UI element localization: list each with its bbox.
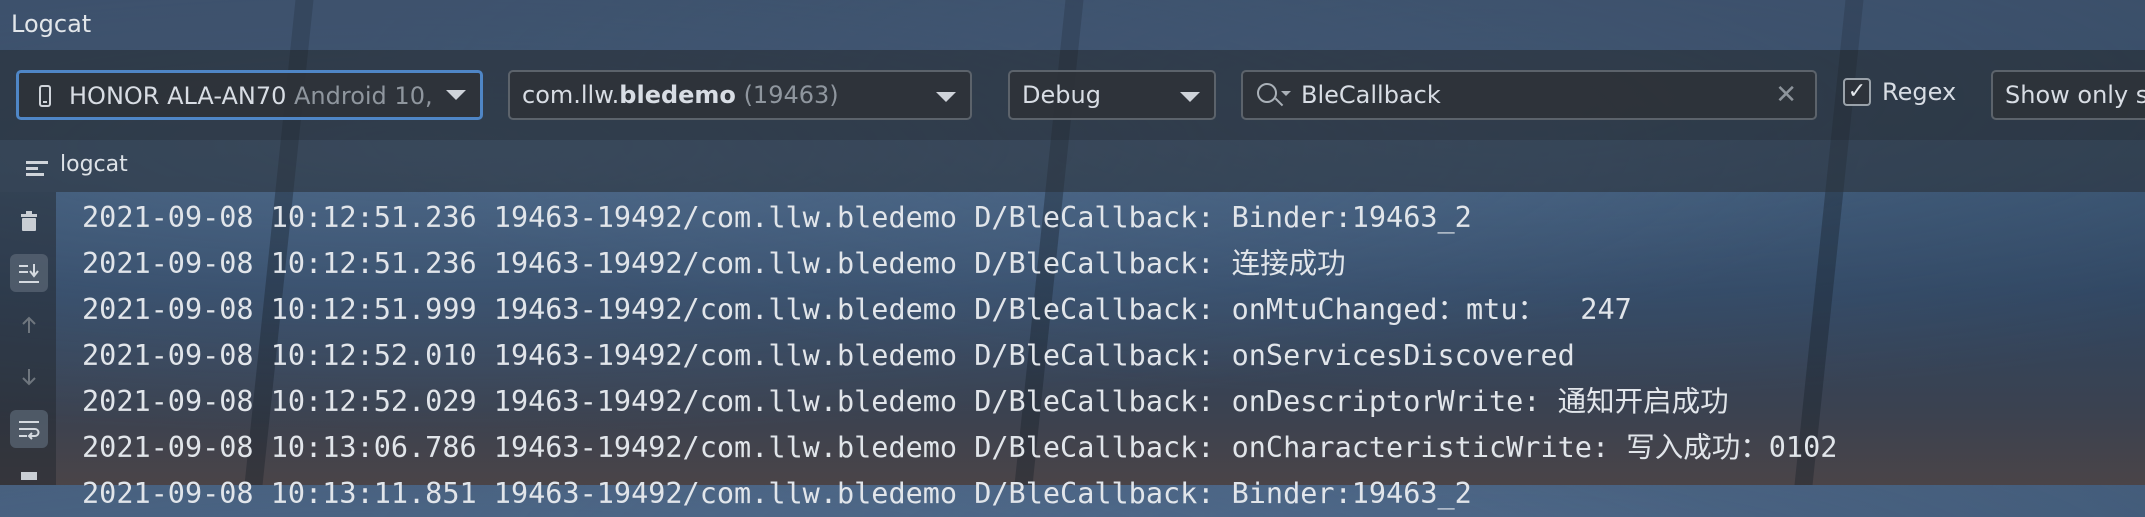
- soft-wrap-icon: [19, 421, 40, 440]
- filter-selector[interactable]: Show only se: [1991, 70, 2145, 120]
- log-line: 2021-09-08 10:12:51.236 19463-19492/com.…: [82, 247, 1346, 280]
- device-name: HONOR ALA-AN70: [69, 82, 287, 110]
- search-icon: [1257, 83, 1277, 103]
- process-package-prefix: com.llw.: [522, 81, 620, 109]
- device-selector[interactable]: HONOR ALA-AN70 Android 10,: [16, 70, 483, 120]
- down-arrow-icon: [22, 369, 36, 386]
- log-line: 2021-09-08 10:12:51.999 19463-19492/com.…: [82, 293, 1632, 326]
- regex-label[interactable]: Regex: [1882, 78, 1956, 106]
- scroll-up-button[interactable]: [10, 306, 48, 344]
- clear-icon[interactable]: ✕: [1775, 72, 1797, 118]
- soft-wrap-button[interactable]: [10, 410, 48, 448]
- log-line: 2021-09-08 10:12:51.236 19463-19492/com.…: [82, 201, 1472, 234]
- logcat-output[interactable]: 2021-09-08 10:12:51.236 19463-19492/com.…: [82, 195, 1837, 517]
- chevron-down-icon: [936, 92, 956, 102]
- log-line: 2021-09-08 10:12:52.010 19463-19492/com.…: [82, 339, 1575, 372]
- print-icon: [21, 472, 37, 480]
- process-pid: (19463): [743, 81, 839, 109]
- clear-logcat-button[interactable]: [10, 202, 48, 240]
- device-detail: Android 10,: [294, 82, 433, 110]
- trash-icon: [21, 211, 37, 231]
- chevron-down-icon: [446, 90, 466, 100]
- filter-value: Show only se: [2005, 81, 2145, 109]
- process-package-name: bledemo: [619, 81, 736, 109]
- chevron-down-icon: [1180, 92, 1200, 102]
- search-field[interactable]: BleCallback ✕: [1241, 70, 1817, 120]
- scroll-to-end-icon: [19, 264, 39, 283]
- print-button[interactable]: [10, 462, 48, 500]
- search-input[interactable]: BleCallback: [1301, 81, 1441, 109]
- logcat-side-toolbar: [0, 192, 56, 485]
- logcat-panel-tab-bar: logcat: [0, 140, 2145, 192]
- window-title: Logcat: [11, 10, 92, 38]
- phone-icon: [39, 85, 51, 107]
- logcat-list-icon: [26, 161, 48, 176]
- regex-checkbox[interactable]: ✓: [1843, 78, 1871, 106]
- logcat-toolbar: HONOR ALA-AN70 Android 10, com.llw.blede…: [0, 50, 2145, 140]
- log-level-value: Debug: [1022, 81, 1101, 109]
- up-arrow-icon: [22, 316, 36, 333]
- tab-logcat[interactable]: logcat: [60, 152, 128, 177]
- log-level-selector[interactable]: Debug: [1008, 70, 1216, 120]
- log-line: 2021-09-08 10:13:06.786 19463-19492/com.…: [82, 431, 1838, 464]
- process-selector[interactable]: com.llw.bledemo (19463): [508, 70, 972, 120]
- scroll-down-button[interactable]: [10, 358, 48, 396]
- log-line: 2021-09-08 10:12:52.029 19463-19492/com.…: [82, 385, 1729, 418]
- search-history-icon[interactable]: [1281, 91, 1291, 96]
- scroll-to-end-button[interactable]: [10, 254, 48, 292]
- title-bar: Logcat: [0, 0, 2145, 50]
- log-line: 2021-09-08 10:13:11.851 19463-19492/com.…: [82, 477, 1472, 510]
